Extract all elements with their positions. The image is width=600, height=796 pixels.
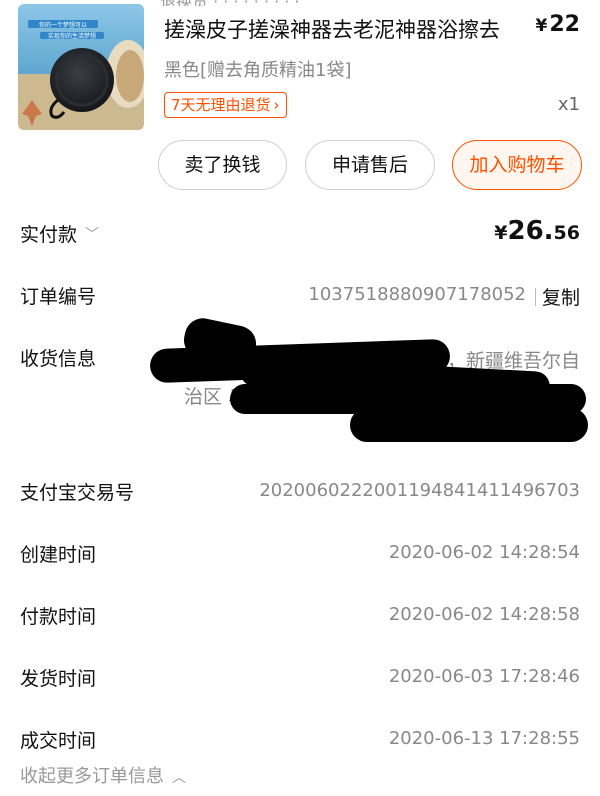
payment-label-group[interactable]: 实付款 ﹀ bbox=[20, 220, 99, 247]
chevron-right-icon: › bbox=[273, 96, 280, 114]
chevron-down-icon[interactable]: ﹀ bbox=[85, 224, 99, 244]
product-card[interactable]: 你的一个梦想可以 实现你的生活梦想 搓澡皮子搓澡神器去老泥神器浴擦去 ¥22 黑… bbox=[0, 0, 600, 140]
alipay-trade-label: 支付宝交易号 bbox=[20, 482, 135, 504]
created-time-row: 创建时间 2020-06-02 14:28:54 bbox=[20, 540, 580, 570]
paid-time-row: 付款时间 2020-06-02 14:28:58 bbox=[20, 602, 580, 632]
order-number-label: 订单编号 bbox=[20, 286, 97, 308]
deal-time-row: 成交时间 2020-06-13 17:28:55 bbox=[20, 726, 580, 756]
payment-amount-decimal: 56 bbox=[553, 222, 580, 244]
product-quantity: x1 bbox=[557, 94, 580, 115]
after-sale-button[interactable]: 申请售后 bbox=[305, 140, 435, 190]
payment-row[interactable]: 实付款 ﹀ ¥26.56 bbox=[20, 216, 580, 250]
currency-symbol: ¥ bbox=[535, 16, 548, 36]
deal-time-value: 2020-06-13 17:28:55 bbox=[388, 728, 580, 749]
divider bbox=[535, 288, 536, 306]
shipped-time-value: 2020-06-03 17:28:46 bbox=[388, 666, 580, 687]
copy-button[interactable]: 复制 bbox=[542, 283, 580, 310]
deal-time-label: 成交时间 bbox=[20, 730, 97, 752]
paid-time-value: 2020-06-02 14:28:58 bbox=[388, 604, 580, 625]
alipay-trade-row: 支付宝交易号 2020060222001194841411496703 bbox=[20, 478, 580, 508]
alipay-trade-value: 2020060222001194841411496703 bbox=[259, 480, 580, 501]
product-thumbnail[interactable]: 你的一个梦想可以 实现你的生活梦想 bbox=[18, 4, 144, 130]
product-price: ¥22 bbox=[536, 12, 580, 37]
add-to-cart-button[interactable]: 加入购物车 bbox=[452, 140, 582, 190]
created-time-value: 2020-06-02 14:28:54 bbox=[388, 542, 580, 563]
product-price-value: 22 bbox=[549, 12, 580, 37]
return-policy-label: 7天无理由退货 bbox=[171, 96, 271, 114]
order-number-value: 1037518880907178052 bbox=[308, 284, 526, 305]
product-title[interactable]: 搓澡皮子搓澡神器去老泥神器浴擦去 bbox=[164, 14, 500, 44]
thumbnail-banner-text-1: 你的一个梦想可以 bbox=[39, 21, 87, 29]
chevron-up-icon: ︿ bbox=[172, 770, 186, 786]
payment-amount-integer: 26. bbox=[507, 216, 554, 246]
paid-time-label: 付款时间 bbox=[20, 606, 97, 628]
shipping-info-label: 收货信息 bbox=[20, 348, 97, 370]
collapse-order-info-label: 收起更多订单信息 bbox=[20, 766, 164, 787]
payment-label: 实付款 bbox=[20, 224, 78, 246]
product-spec: 黑色[赠去角质精油1袋] bbox=[164, 60, 352, 81]
thumbnail-banner-text-2: 实现你的生活梦想 bbox=[48, 32, 96, 40]
return-policy-tag[interactable]: 7天无理由退货 › bbox=[164, 92, 287, 118]
product-image: 你的一个梦想可以 实现你的生活梦想 bbox=[18, 4, 144, 130]
sell-button[interactable]: 卖了换钱 bbox=[158, 140, 287, 190]
collapse-order-info-button[interactable]: 收起更多订单信息 ︿ bbox=[20, 762, 186, 788]
order-number-row: 订单编号 1037518880907178052 复制 bbox=[20, 282, 580, 312]
shipped-time-row: 发货时间 2020-06-03 17:28:46 bbox=[20, 664, 580, 694]
shipped-time-label: 发货时间 bbox=[20, 668, 97, 690]
created-time-label: 创建时间 bbox=[20, 544, 97, 566]
payment-amount: ¥26.56 bbox=[494, 216, 580, 246]
currency-symbol: ¥ bbox=[494, 222, 508, 244]
